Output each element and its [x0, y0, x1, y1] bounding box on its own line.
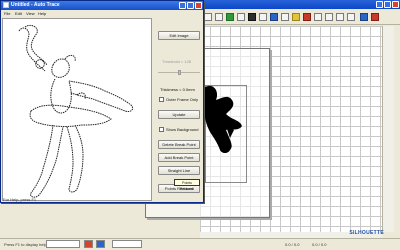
menu-view[interactable]: View: [26, 11, 35, 16]
show-background-checkbox[interactable]: [159, 127, 164, 132]
menu-file[interactable]: File: [4, 11, 10, 16]
text-icon[interactable]: [259, 13, 267, 21]
update-button[interactable]: Update: [158, 110, 200, 119]
outer-frame-only-checkbox[interactable]: [159, 97, 164, 102]
edit-image-button[interactable]: Edit Image: [158, 31, 200, 40]
outer-frame-only-label: Outer Frame Only: [166, 97, 199, 102]
app-toolbar: [200, 9, 400, 25]
thickness-label: Thickness = 0.0mm: [160, 87, 195, 92]
maximize-icon[interactable]: [187, 2, 194, 9]
coordinate-readout-1: 0.0 / 0.0: [285, 242, 300, 247]
coordinate-readout-2: 0.0 / 0.0: [312, 242, 327, 247]
bottom-value-field[interactable]: [112, 240, 142, 248]
pointer-icon[interactable]: [215, 13, 223, 21]
bottom-input-field[interactable]: [46, 240, 80, 248]
ballerina-outline: [18, 24, 134, 198]
color-icon[interactable]: [303, 13, 311, 21]
straight-line-button[interactable]: Straight Line: [158, 166, 200, 175]
auto-trace-window: Untitled - Auto Trace File Edit View Hel…: [0, 0, 204, 203]
hand-icon[interactable]: [237, 13, 245, 21]
page-icon[interactable]: [96, 240, 105, 248]
minimize-icon[interactable]: [376, 1, 383, 8]
cut-icon[interactable]: [371, 13, 379, 21]
tooltip: Points Reduced: [174, 179, 200, 191]
trace-control-panel: Edit Image Threshold = 128 Thickness = 0…: [154, 18, 203, 201]
ruler-icon[interactable]: [336, 13, 344, 21]
fill-icon[interactable]: [292, 13, 300, 21]
rotate-icon[interactable]: [325, 13, 333, 21]
node-icon[interactable]: [226, 13, 234, 21]
menu-help[interactable]: Help: [38, 11, 46, 16]
zoom-icon[interactable]: [314, 13, 322, 21]
slider-thumb[interactable]: [178, 70, 181, 75]
line-icon[interactable]: [270, 13, 278, 21]
traced-silhouette[interactable]: [200, 80, 248, 190]
menu-bar: File Edit View Help: [1, 10, 203, 17]
add-break-point-button[interactable]: Add Break Point: [158, 153, 200, 162]
print-icon[interactable]: [360, 13, 368, 21]
menu-edit[interactable]: Edit: [15, 11, 22, 16]
color-swatch-icon[interactable]: [84, 240, 93, 248]
curve-icon[interactable]: [281, 13, 289, 21]
minimize-icon[interactable]: [179, 2, 186, 9]
maximize-icon[interactable]: [384, 1, 391, 8]
trace-preview-pane[interactable]: [2, 18, 152, 201]
delete-break-point-button[interactable]: Delete Break Point: [158, 140, 200, 149]
brand-logo: SILHOUETTE: [349, 230, 384, 236]
threshold-slider[interactable]: [158, 70, 200, 75]
threshold-label: Threshold = 128: [162, 59, 192, 64]
close-icon[interactable]: [392, 1, 399, 8]
close-icon[interactable]: [195, 2, 202, 9]
trace-status-text: For Help, press F1: [3, 197, 37, 202]
app-icon: [3, 2, 9, 8]
blade-icon[interactable]: [347, 13, 355, 21]
show-background-label: Show Background: [166, 127, 199, 132]
eraser-icon[interactable]: [248, 13, 256, 21]
grid-icon[interactable]: [204, 13, 212, 21]
trace-title-bar[interactable]: Untitled - Auto Trace: [1, 1, 203, 10]
vertical-scrollbar[interactable]: [382, 26, 394, 232]
window-title: Untitled - Auto Trace: [11, 2, 60, 8]
